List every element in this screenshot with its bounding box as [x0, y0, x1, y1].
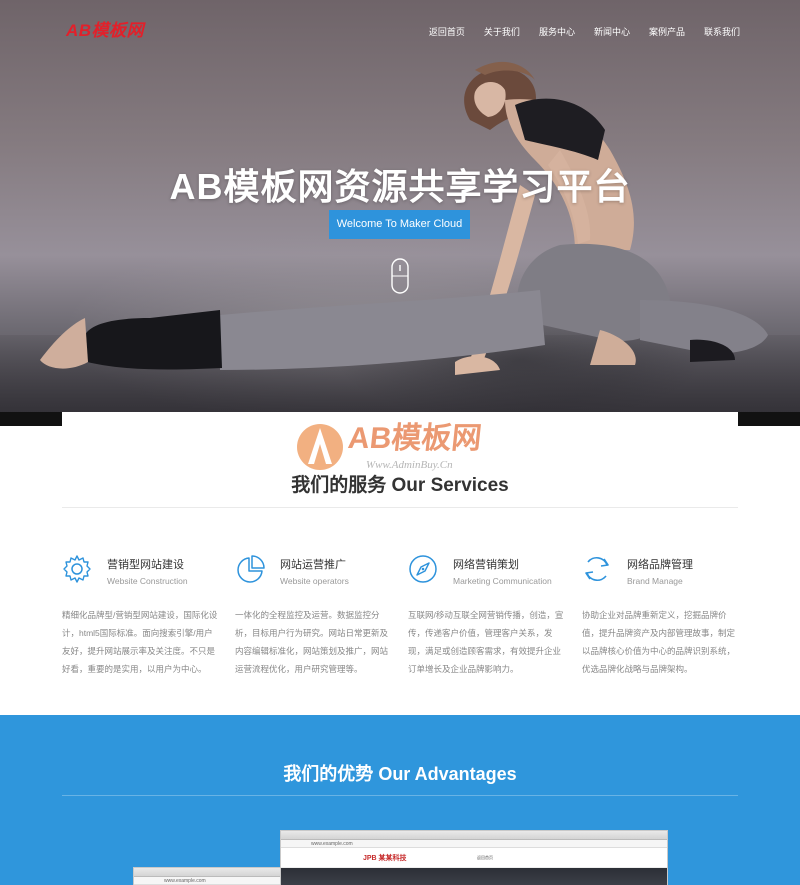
browser-titlebar [281, 831, 667, 840]
service-description: 互联网/移动互联全网营销传播，创造，宣传，传递客户价值，管理客户关系，发现，满足… [408, 610, 564, 674]
service-description: 一体化的全程监控及运营。数据监控分析，目标用户行为研究。网站日常更新及内容编辑标… [235, 610, 389, 674]
hero-bottom-band-right [738, 412, 800, 426]
service-description: 精细化品牌型/营销型网站建设，国际化设计，html5国际标准。面向搜索引擎/用户… [62, 610, 218, 674]
nav-item-contact[interactable]: 联系我们 [704, 25, 740, 38]
advantages-section: 我们的优势 Our Advantages www.example.com www… [0, 715, 800, 885]
browser-titlebar [134, 868, 280, 877]
nav-item-services[interactable]: 服务中心 [539, 25, 575, 38]
service-subtitle: Brand Manage [627, 576, 683, 586]
nav-item-about[interactable]: 关于我们 [484, 25, 520, 38]
advantages-title: 我们的优势 Our Advantages [283, 764, 517, 784]
hero-welcome-button[interactable]: Welcome To Maker Cloud [329, 210, 470, 239]
browser-site-nav: 返回首页 [477, 855, 493, 860]
site-logo[interactable]: AB模板网 [66, 16, 144, 41]
hero-banner: AB模板网 返回首页 关于我们 服务中心 新闻中心 案例产品 联系我们 AB模板… [0, 0, 800, 412]
hero-title: AB模板网资源共享学习平台 [169, 166, 631, 207]
service-title: 网络品牌管理 [627, 559, 693, 571]
pie-chart-icon [237, 555, 265, 583]
nav-item-home[interactable]: 返回首页 [429, 25, 465, 38]
service-subtitle: Website Construction [107, 576, 188, 586]
scroll-mouse-icon[interactable] [390, 257, 410, 295]
browser-site-banner [281, 868, 667, 885]
service-subtitle: Marketing Communication [453, 576, 552, 586]
page: AB模板网 返回首页 关于我们 服务中心 新闻中心 案例产品 联系我们 AB模板… [0, 0, 800, 885]
svg-text:AB模板网: AB模板网 [346, 422, 483, 455]
nav-item-cases[interactable]: 案例产品 [649, 25, 685, 38]
compass-icon [409, 555, 437, 583]
service-title: 网络营销策划 [453, 559, 519, 571]
advantages-divider [62, 795, 738, 796]
gear-icon [63, 555, 91, 583]
service-description: 协助企业对品牌重新定义，挖掘品牌价值，提升品牌资产及内部管理故事，制定以品牌核心… [582, 610, 736, 674]
services-divider [62, 507, 738, 508]
browser-site-header: JPB 某某科技 返回首页 [281, 848, 667, 868]
nav-item-news[interactable]: 新闻中心 [594, 25, 630, 38]
service-title: 营销型网站建设 [107, 559, 184, 571]
hero-bottom-band-left [0, 412, 62, 426]
services-title: 我们的服务 Our Services [291, 475, 509, 496]
browser-mockup-large: www.example.com JPB 某某科技 返回首页 [280, 830, 668, 885]
browser-site-brand: JPB 某某科技 [363, 855, 407, 862]
browser-urlbar: www.example.com [281, 840, 667, 848]
service-title: 网站运营推广 [280, 559, 346, 571]
browser-urlbar: www.example.com [134, 877, 280, 885]
main-nav: 返回首页 关于我们 服务中心 新闻中心 案例产品 联系我们 [410, 25, 740, 38]
browser-mockup-small: www.example.com [133, 867, 281, 885]
service-subtitle: Website operators [280, 576, 349, 586]
refresh-icon [585, 556, 609, 582]
